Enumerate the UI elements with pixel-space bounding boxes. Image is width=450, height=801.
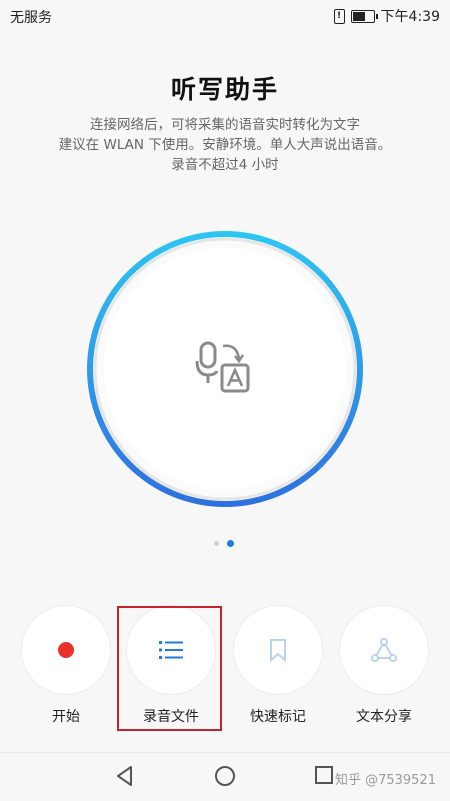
page-title: 听写助手 (170, 75, 279, 104)
clock-text: 下午4:39 (380, 9, 440, 25)
recents-icon[interactable] (314, 765, 334, 785)
battery-icon (350, 9, 378, 23)
description-line: 录音不超过4 小时 (171, 157, 279, 173)
status-bar: 无服务 ! 下午4:39 (0, 0, 450, 30)
page-indicator (214, 540, 234, 547)
back-icon[interactable] (115, 765, 135, 787)
quick-mark-button-circle[interactable] (234, 606, 322, 694)
voice-to-text-icon (195, 341, 250, 393)
quick-mark-label: 快速标记 (250, 709, 306, 725)
home-icon[interactable] (214, 765, 236, 787)
sim-alert-icon: ! (333, 8, 345, 24)
start-button[interactable]: 开始 (14, 606, 118, 726)
start-button-circle[interactable] (22, 606, 110, 694)
carrier-text: 无服务 (10, 10, 52, 26)
bookmark-icon (270, 639, 286, 662)
highlight-annotation (117, 606, 222, 731)
record-dial[interactable] (84, 228, 366, 510)
action-bar: 开始 录音文件 快速标记 文本分享 (0, 606, 450, 736)
quick-mark-button[interactable]: 快速标记 (226, 606, 330, 726)
status-right: ! 下午4:39 (333, 6, 440, 26)
description-line: 连接网络后，可将采集的语音实时转化为文字 (90, 117, 360, 133)
battery-level (352, 11, 365, 21)
watermark-text: 知乎 @7539521 (334, 773, 436, 788)
share-text-label: 文本分享 (356, 709, 412, 725)
description-line: 建议在 WLAN 下使用。安静环境。单人大声说出语音。 (58, 137, 392, 153)
navigation-bar: 知乎 @7539521 (0, 752, 450, 801)
share-text-button-circle[interactable] (340, 606, 428, 694)
page-dot-active[interactable] (227, 540, 234, 547)
start-label: 开始 (52, 709, 80, 725)
record-icon (58, 642, 74, 658)
share-text-button[interactable]: 文本分享 (332, 606, 436, 726)
page-dot[interactable] (214, 541, 219, 546)
description: 连接网络后，可将采集的语音实时转化为文字 建议在 WLAN 下使用。安静环境。单… (0, 115, 450, 175)
share-icon (371, 638, 397, 662)
